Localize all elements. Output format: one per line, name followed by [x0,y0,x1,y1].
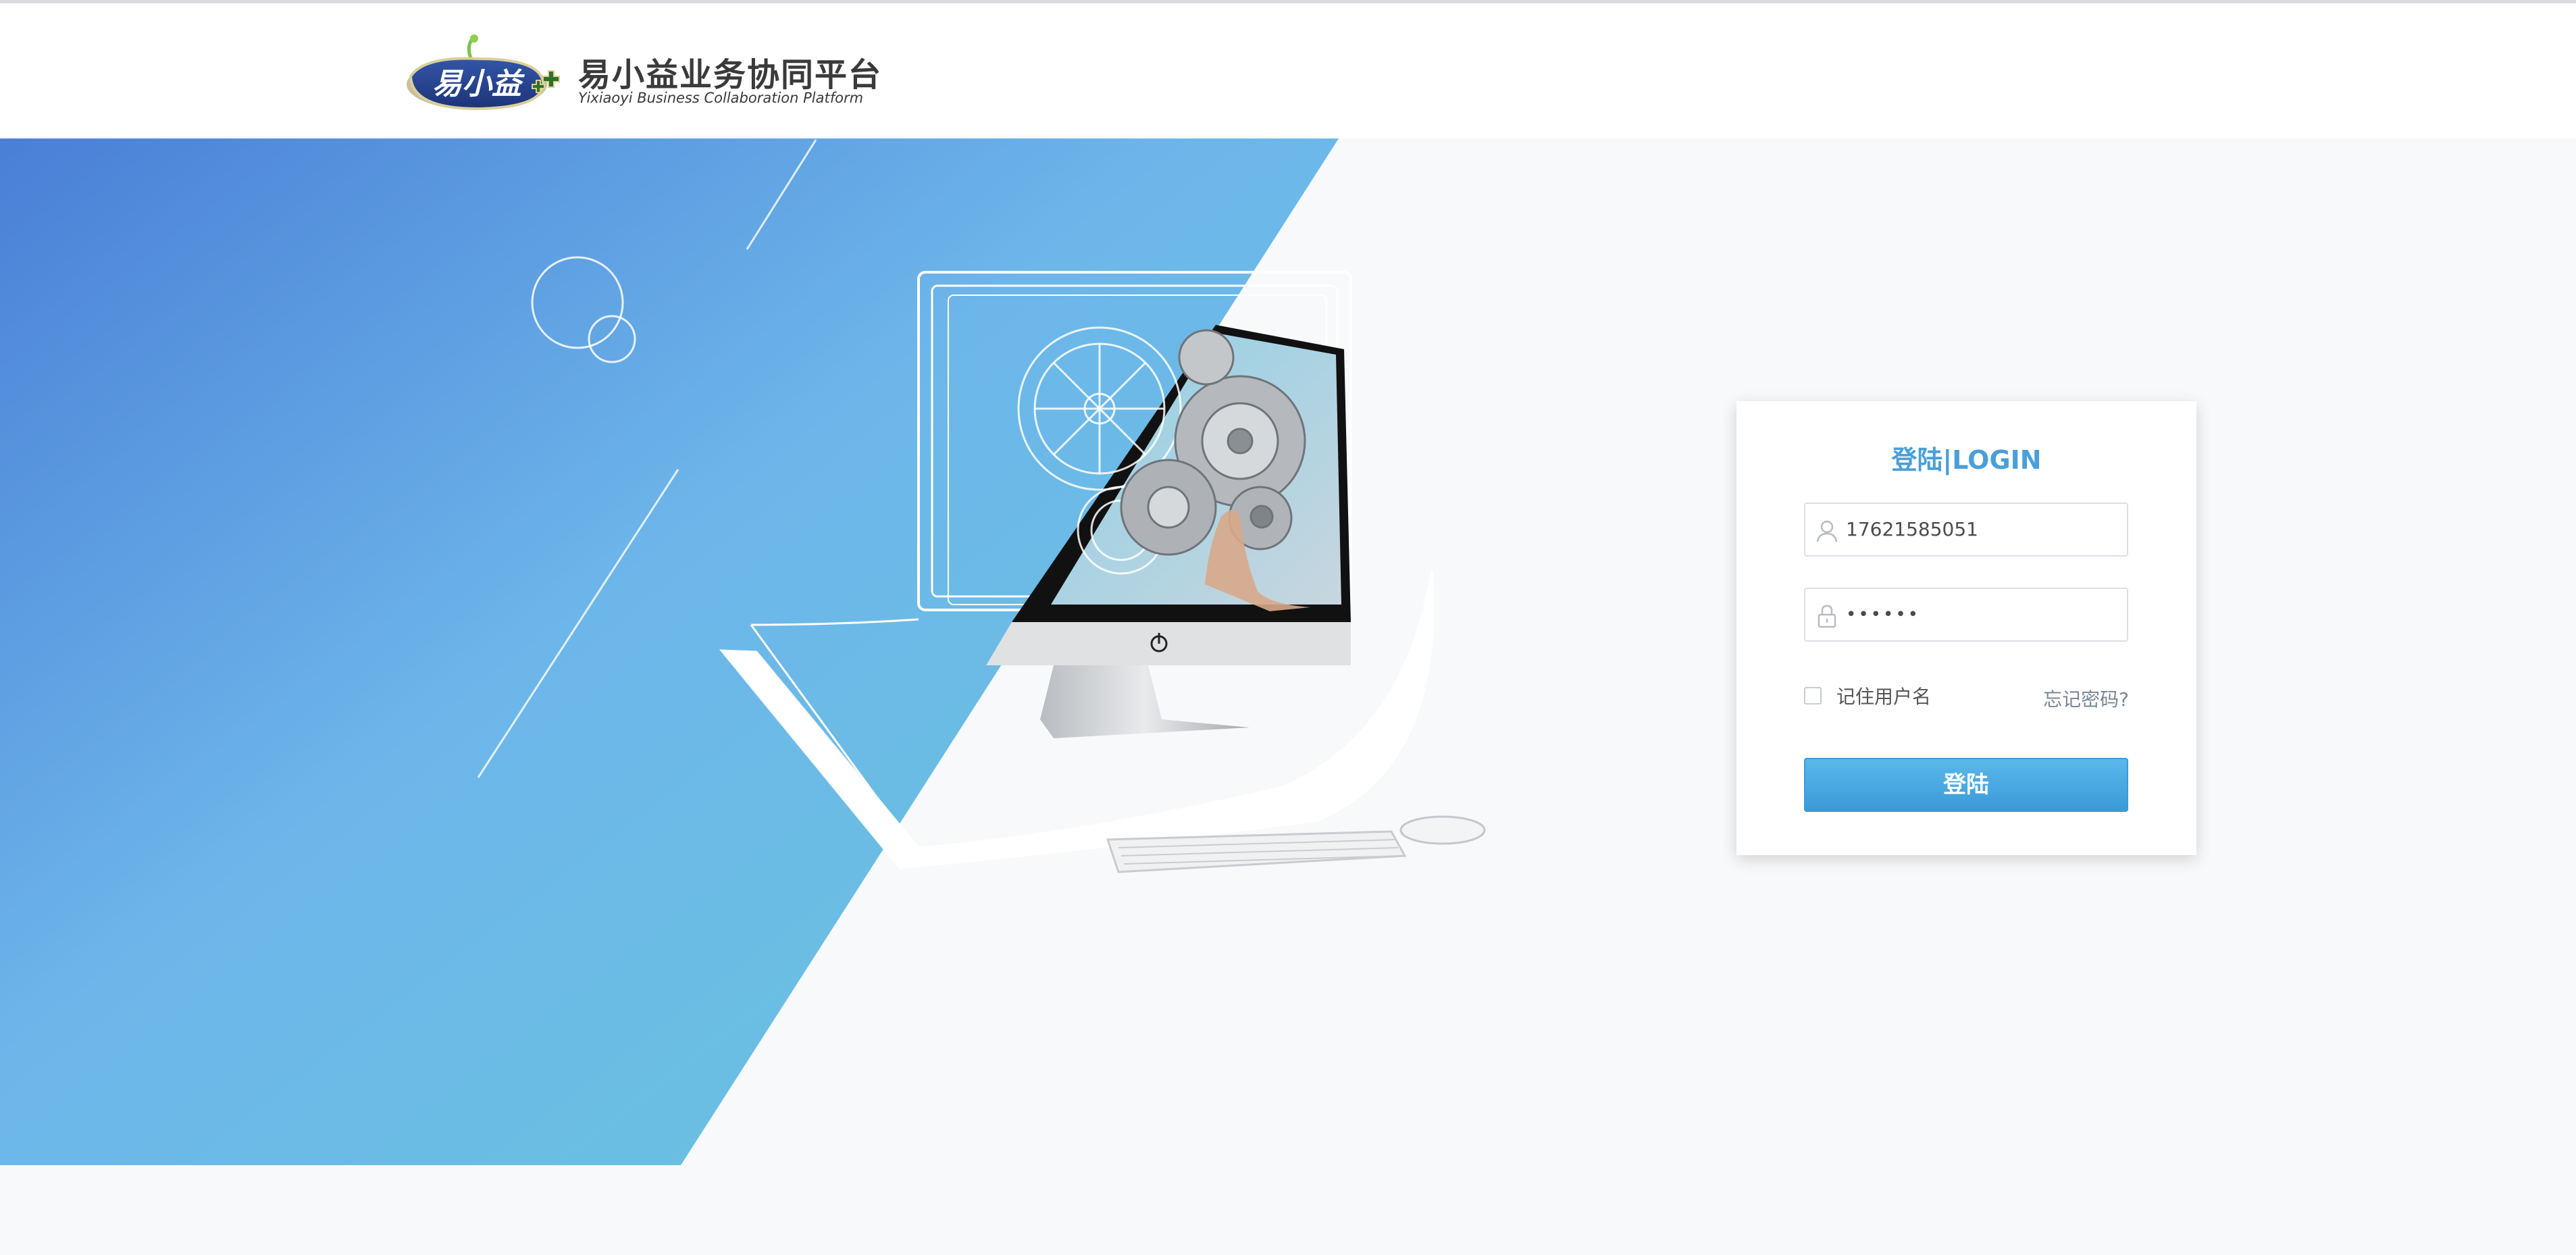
login-card: 登陆|LOGIN 17621585051 •••••• 记住用户名 忘记密码? … [1736,401,2196,855]
lock-icon [1818,605,1836,628]
login-button[interactable]: 登陆 [1804,758,2128,812]
header: 易小益 易小益业务协同平台 Yixiaoyi Business Collabor… [0,3,2576,138]
forgot-password-link[interactable]: 忘记密码? [2043,685,2129,712]
username-value: 17621585051 [1846,518,1978,540]
logo-text: 易小益 [432,67,525,101]
remember-label: 记住用户名 [1836,686,1932,708]
brand-logo: 易小益 [407,34,560,111]
remember-username[interactable]: 记住用户名 [1804,682,1931,709]
brand-title: 易小益业务协同平台 [578,56,883,94]
username-input[interactable]: 17621585051 [1804,503,2128,557]
brand-subtitle: Yixiaoyi Business Collaboration Platform [578,90,864,106]
password-input[interactable]: •••••• [1804,588,2128,642]
password-value: •••••• [1846,605,1921,625]
brand: 易小益 易小益业务协同平台 Yixiaoyi Business Collabor… [404,32,890,113]
user-icon [1816,520,1838,542]
remember-checkbox[interactable] [1804,687,1822,705]
login-title: 登陆|LOGIN [1891,445,2042,475]
